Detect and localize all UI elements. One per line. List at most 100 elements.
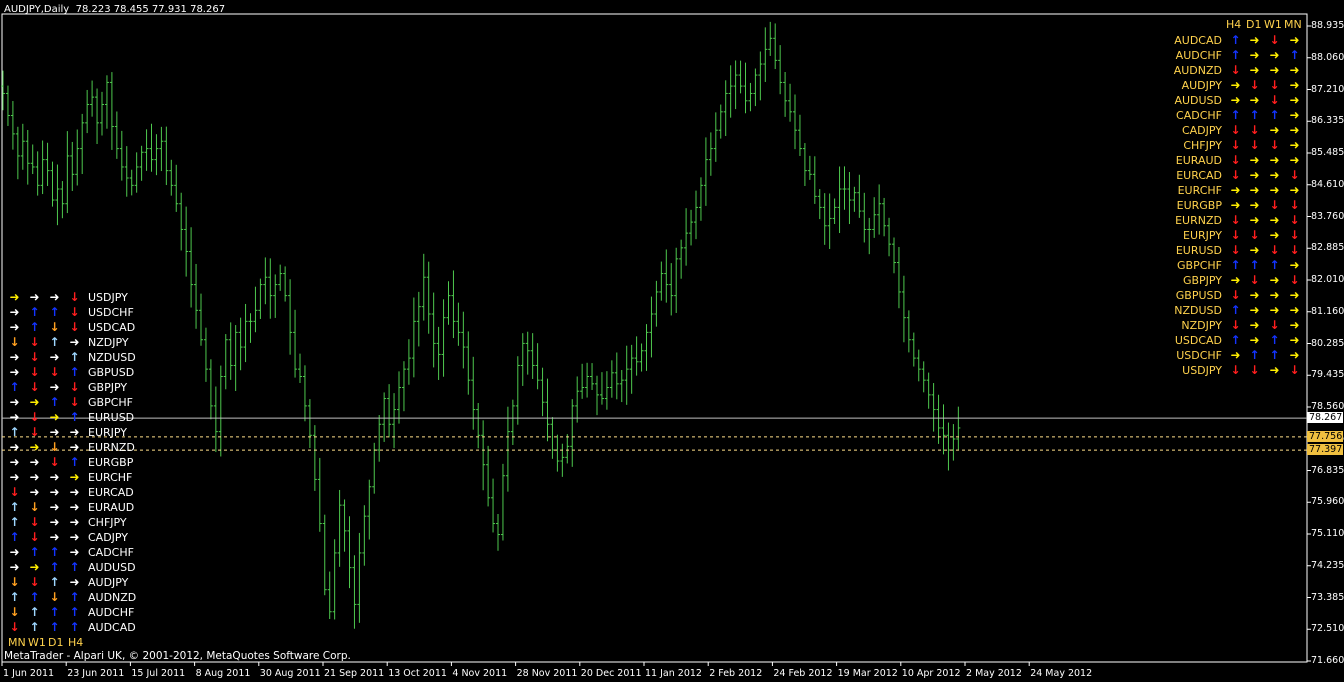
price-bar <box>654 280 659 327</box>
price-bar <box>505 406 510 492</box>
arrow-right-icon: ➜ <box>1249 318 1260 332</box>
price-bar <box>674 247 679 313</box>
price-bar <box>877 184 882 235</box>
arrow-up-icon: ↑ <box>49 560 60 574</box>
price-bar <box>679 239 684 279</box>
arrow-down-icon: ↓ <box>1249 138 1260 152</box>
date-label: 21 Sep 2011 <box>324 668 385 679</box>
price-bar <box>327 571 332 620</box>
date-label: 11 Jan 2012 <box>645 668 702 679</box>
price-bar <box>426 261 431 334</box>
ohlc-values: 78.223 78.455 77.931 78.267 <box>75 4 226 15</box>
arrow-right-icon: ➜ <box>1269 183 1280 197</box>
date-label: 19 Mar 2012 <box>837 668 898 679</box>
arrow-up-icon: ↑ <box>29 620 40 634</box>
price-bar <box>956 406 961 450</box>
pair-row: EURJPY ↓ ↓ ➜ ↓ <box>1168 228 1304 243</box>
arrow-right-icon: ➜ <box>29 470 40 484</box>
price-bar <box>530 333 535 379</box>
arrow-right-icon: ➜ <box>9 440 20 454</box>
arrow-right-icon: ➜ <box>9 470 20 484</box>
price-bar <box>337 489 342 567</box>
pair-row: GBPJPY ➜ ↓ ➜ ↓ <box>1168 273 1304 288</box>
arrow-down-icon: ↓ <box>1289 198 1300 212</box>
pair-name: AUDNZD <box>1173 64 1222 77</box>
arrow-right-icon: ➜ <box>1269 303 1280 317</box>
price-chart[interactable] <box>0 0 1344 682</box>
price-bar <box>55 164 60 226</box>
date-label: 15 Jul 2011 <box>131 668 186 679</box>
pair-name: USDJPY <box>1182 364 1222 377</box>
price-bar <box>203 327 208 382</box>
price-bar <box>758 51 763 101</box>
price-bar <box>471 356 476 430</box>
date-label: 23 Jun 2011 <box>67 668 125 679</box>
pair-row: EURCHF ➜ ➜ ➜ ➜ <box>6 470 146 485</box>
arrow-down-icon: ↓ <box>1249 78 1260 92</box>
date-label: 2 Feb 2012 <box>709 668 763 679</box>
price-label: 73.385 <box>1311 591 1344 603</box>
price-bar <box>941 404 946 455</box>
arrow-right-icon: ➜ <box>1289 153 1300 167</box>
plot-frame <box>1 13 1308 663</box>
price-bar <box>570 399 575 467</box>
arrow-down-icon: ↓ <box>1230 243 1241 257</box>
arrow-down-icon: ↓ <box>69 320 80 334</box>
arrow-right-icon: ➜ <box>29 485 40 499</box>
price-bar <box>738 60 743 94</box>
price-bar <box>302 365 307 422</box>
price-bar <box>540 367 545 417</box>
arrow-right-icon: ➜ <box>1249 183 1260 197</box>
price-bar <box>946 422 951 471</box>
price-bar <box>832 198 837 225</box>
price-bar <box>629 344 634 394</box>
arrow-right-icon: ➜ <box>49 350 60 364</box>
pair-name: NZDJPY <box>88 336 129 349</box>
price-bar <box>387 384 392 438</box>
pair-row: AUDCAD ↑ ➜ ↓ ➜ <box>1168 33 1304 48</box>
chart-title: AUDJPY,Daily 78.223 78.455 77.931 78.267 <box>4 4 225 15</box>
arrow-right-icon: ➜ <box>1289 183 1300 197</box>
arrow-right-icon: ➜ <box>69 575 80 589</box>
arrow-down-icon: ↓ <box>1289 273 1300 287</box>
arrow-right-icon: ➜ <box>1269 123 1280 137</box>
price-label: 78.560 <box>1311 401 1344 412</box>
price-label: 74.235 <box>1311 559 1344 571</box>
pair-row: EURCAD ↓ ➜ ➜ ➜ <box>6 485 146 500</box>
arrow-right-icon: ➜ <box>49 530 60 544</box>
price-label: 79.435 <box>1311 369 1344 381</box>
arrow-down-icon: ↓ <box>49 440 60 454</box>
price-bar <box>347 516 352 589</box>
arrow-right-icon: ➜ <box>1269 63 1280 77</box>
arrow-up-icon: ↑ <box>1230 33 1241 47</box>
pair-name: CHFJPY <box>88 516 127 529</box>
arrow-up-icon: ↑ <box>9 425 20 439</box>
arrow-down-icon: ↓ <box>1230 288 1241 302</box>
price-bar <box>580 363 585 399</box>
pair-name: USDCAD <box>88 321 136 334</box>
pair-row: CADJPY ↓ ↓ ➜ ➜ <box>1168 123 1304 138</box>
price-label: 88.935 <box>1311 20 1344 31</box>
price-bar <box>30 144 35 175</box>
price-bar <box>10 101 15 150</box>
arrow-down-icon: ↓ <box>1269 93 1280 107</box>
arrow-right-icon: ➜ <box>49 500 60 514</box>
arrow-down-icon: ↓ <box>29 575 40 589</box>
arrow-down-icon: ↓ <box>69 380 80 394</box>
arrow-up-icon: ↑ <box>49 575 60 589</box>
price-bar <box>768 21 773 56</box>
price-bar <box>85 89 90 134</box>
price-bar <box>698 177 703 221</box>
symbol-timeframe: AUDJPY,Daily <box>4 4 70 15</box>
arrow-up-icon: ↑ <box>1249 258 1260 272</box>
pair-name: AUDJPY <box>1181 79 1222 92</box>
arrow-right-icon: ➜ <box>1269 48 1280 62</box>
timeframe-header: W1 <box>28 636 46 649</box>
price-bar <box>233 325 238 392</box>
pair-row: CADCHF ➜ ↑ ↑ ➜ <box>6 545 146 560</box>
price-bar <box>550 417 555 459</box>
pair-row: EURCAD ↓ ➜ ➜ ↓ <box>1168 168 1304 183</box>
pair-row: NZDJPY ↓ ↓ ↑ ➜ <box>6 335 146 350</box>
price-bar <box>778 45 783 95</box>
arrow-up-icon: ↑ <box>69 350 80 364</box>
